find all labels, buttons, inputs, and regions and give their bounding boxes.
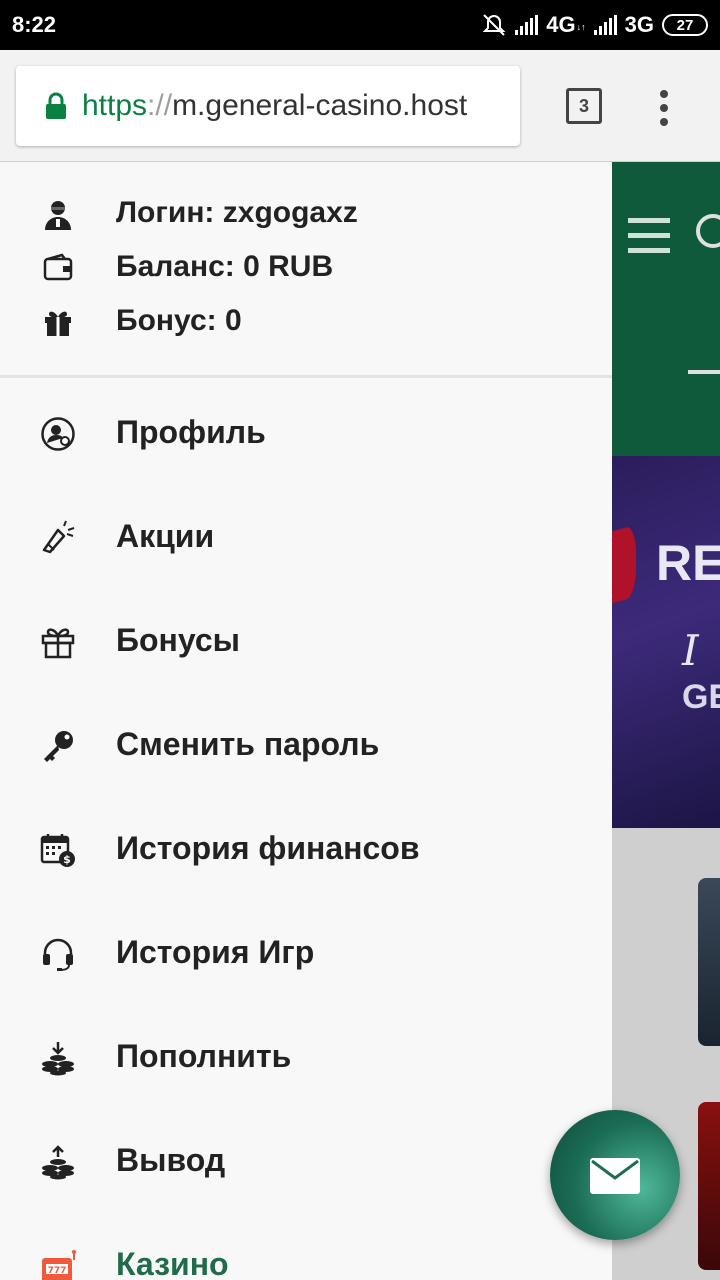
menu-item-game-history[interactable]: История Игр: [0, 902, 612, 1006]
menu-item-withdraw[interactable]: Вывод: [0, 1110, 612, 1214]
menu-label: История финансов: [116, 830, 420, 866]
banner-text: I: [682, 626, 699, 675]
promo-banner[interactable]: RE I GE: [612, 456, 720, 828]
bonus-text: Бонус: 0: [116, 304, 242, 337]
megaphone-icon: [40, 520, 76, 556]
menu-label: Вывод: [116, 1142, 226, 1178]
url-separator: ://: [147, 89, 173, 122]
gift-icon: [42, 306, 74, 338]
banner-text: RE: [656, 535, 720, 591]
menu-label: Казино: [116, 1246, 229, 1280]
url-bar[interactable]: https://m.general-casino.host: [16, 66, 520, 146]
tab-switcher-button[interactable]: 3: [566, 88, 602, 124]
tab-count: 3: [578, 95, 589, 116]
menu-label: Сменить пароль: [116, 726, 380, 762]
signal-icon: [593, 15, 617, 35]
gift-icon: [40, 624, 76, 660]
contact-mail-button[interactable]: [550, 1110, 680, 1240]
calendar-dollar-icon: $: [40, 832, 76, 868]
banner-decoration: [612, 524, 636, 604]
svg-text:777: 777: [48, 1266, 67, 1276]
account-summary: Логин: zxgogaxz Баланс: 0 RUB Бонус: 0: [0, 162, 612, 378]
menu-item-promotions[interactable]: Акции: [0, 486, 612, 590]
signal-icon: [515, 15, 539, 35]
menu-label: Бонусы: [116, 622, 240, 658]
site-header: [612, 162, 720, 456]
menu-item-bonuses[interactable]: Бонусы: [0, 590, 612, 694]
login-row: Логин: zxgogaxz: [0, 186, 612, 240]
browser-toolbar: https://m.general-casino.host 3: [0, 50, 720, 162]
slot-machine-icon: 777: [40, 1248, 76, 1280]
url-scheme: https: [82, 89, 148, 122]
menu-label: Пополнить: [116, 1038, 292, 1074]
menu-item-finance-history[interactable]: $ История финансов: [0, 798, 612, 902]
login-text: Логин: zxgogaxz: [116, 196, 358, 229]
key-icon: [40, 728, 76, 764]
coins-deposit-icon: [40, 1040, 76, 1076]
battery-icon: 27: [662, 14, 708, 36]
browser-menu-button[interactable]: [650, 88, 678, 128]
game-card[interactable]: [698, 878, 720, 1046]
svg-text:$: $: [63, 853, 71, 866]
menu-item-change-password[interactable]: Сменить пароль: [0, 694, 612, 798]
hamburger-icon[interactable]: [628, 218, 670, 254]
wallet-icon: [42, 252, 74, 284]
network-type-1: 4G ↓↑: [546, 12, 586, 37]
battery-level: 27: [676, 16, 694, 34]
url-host: m.general-casino.host: [172, 89, 468, 122]
site-logo: [696, 214, 720, 248]
coins-withdraw-icon: [40, 1144, 76, 1180]
divider: [688, 370, 720, 374]
user-icon: [42, 198, 74, 230]
menu-label: Профиль: [116, 414, 266, 450]
status-time: 8:22: [12, 12, 57, 37]
navigation-drawer: Логин: zxgogaxz Баланс: 0 RUB Бонус: 0 П…: [0, 162, 612, 1280]
balance-row: Баланс: 0 RUB: [0, 240, 612, 294]
menu-label: История Игр: [116, 934, 315, 970]
game-card[interactable]: [698, 1102, 720, 1270]
menu-label: Акции: [116, 518, 215, 554]
headset-icon: [40, 936, 76, 972]
lock-icon: [44, 92, 68, 120]
profile-icon: [40, 416, 76, 452]
url-text[interactable]: https://m.general-casino.host: [82, 89, 467, 123]
menu-item-casino[interactable]: 777 Казино: [0, 1214, 612, 1280]
network-type-2: 3G: [624, 12, 654, 37]
bonus-row: Бонус: 0: [0, 294, 612, 348]
menu-item-deposit[interactable]: Пополнить: [0, 1006, 612, 1110]
alarm-off-icon: [481, 12, 507, 38]
menu-item-profile[interactable]: Профиль: [0, 382, 612, 486]
balance-text: Баланс: 0 RUB: [116, 250, 334, 283]
mail-icon: [590, 1158, 640, 1194]
status-bar: 8:22 4G ↓↑ 3G 27: [0, 0, 720, 50]
status-indicators: 4G ↓↑ 3G 27: [481, 10, 708, 40]
banner-text: GE: [682, 678, 720, 716]
